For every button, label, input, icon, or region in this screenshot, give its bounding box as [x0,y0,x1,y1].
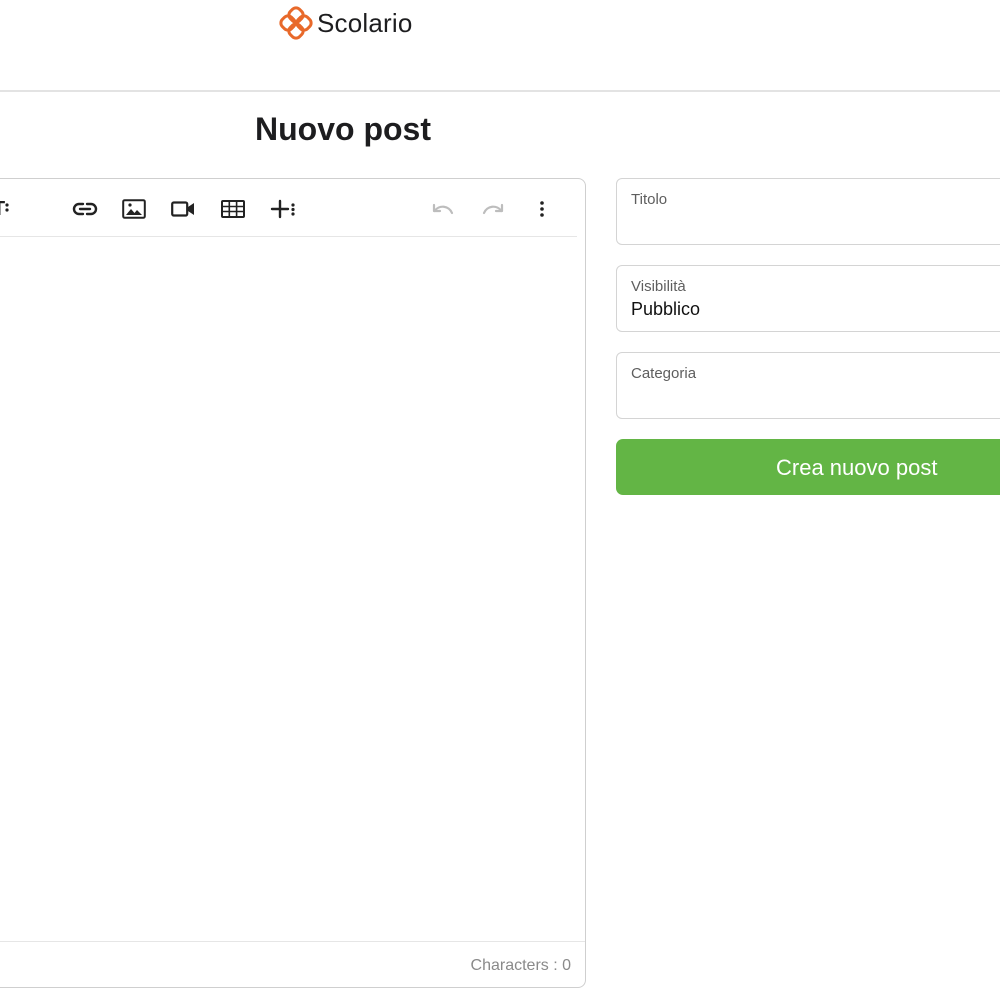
create-post-button-label: Crea nuovo post [776,455,938,480]
insert-image-button[interactable] [118,195,150,223]
scolario-logo-icon [279,6,313,40]
undo-button[interactable] [427,195,459,223]
editor-content-area[interactable] [0,237,585,941]
undo-icon [432,203,454,215]
table-icon [221,200,245,218]
text-format-dots-icon [5,203,9,212]
more-vertical-icon [540,201,544,217]
brand-logo[interactable]: Scolario [279,5,413,41]
video-icon [171,201,194,217]
page-title: Nuovo post [255,111,431,147]
title-field[interactable]: Titolo [616,178,1000,245]
link-icon [72,202,98,216]
visibility-select-label: Visibilità [631,278,686,295]
visibility-select[interactable]: Visibilità Pubblico [616,265,1000,332]
image-icon [122,199,146,219]
visibility-select-value: Pubblico [631,299,701,319]
insert-link-button[interactable] [69,195,101,223]
create-post-button[interactable]: Crea nuovo post [616,439,1000,495]
character-count: Characters : 0 [470,957,571,974]
brand-name: Scolario [317,7,413,38]
editor-footer-divider [0,941,585,942]
insert-video-button[interactable] [167,195,199,223]
insert-more-icon [270,199,295,219]
redo-icon [482,203,504,215]
insert-more-button[interactable] [267,195,299,223]
category-select[interactable]: Categoria [616,352,1000,419]
category-select-label: Categoria [631,365,697,382]
top-bar: Scolario [0,0,1000,92]
insert-table-button[interactable] [217,195,249,223]
redo-button[interactable] [477,195,509,223]
text-format-tool[interactable]: T [0,195,17,223]
more-options-button[interactable] [526,195,558,223]
title-field-label: Titolo [631,191,668,208]
post-editor: T [0,178,586,988]
